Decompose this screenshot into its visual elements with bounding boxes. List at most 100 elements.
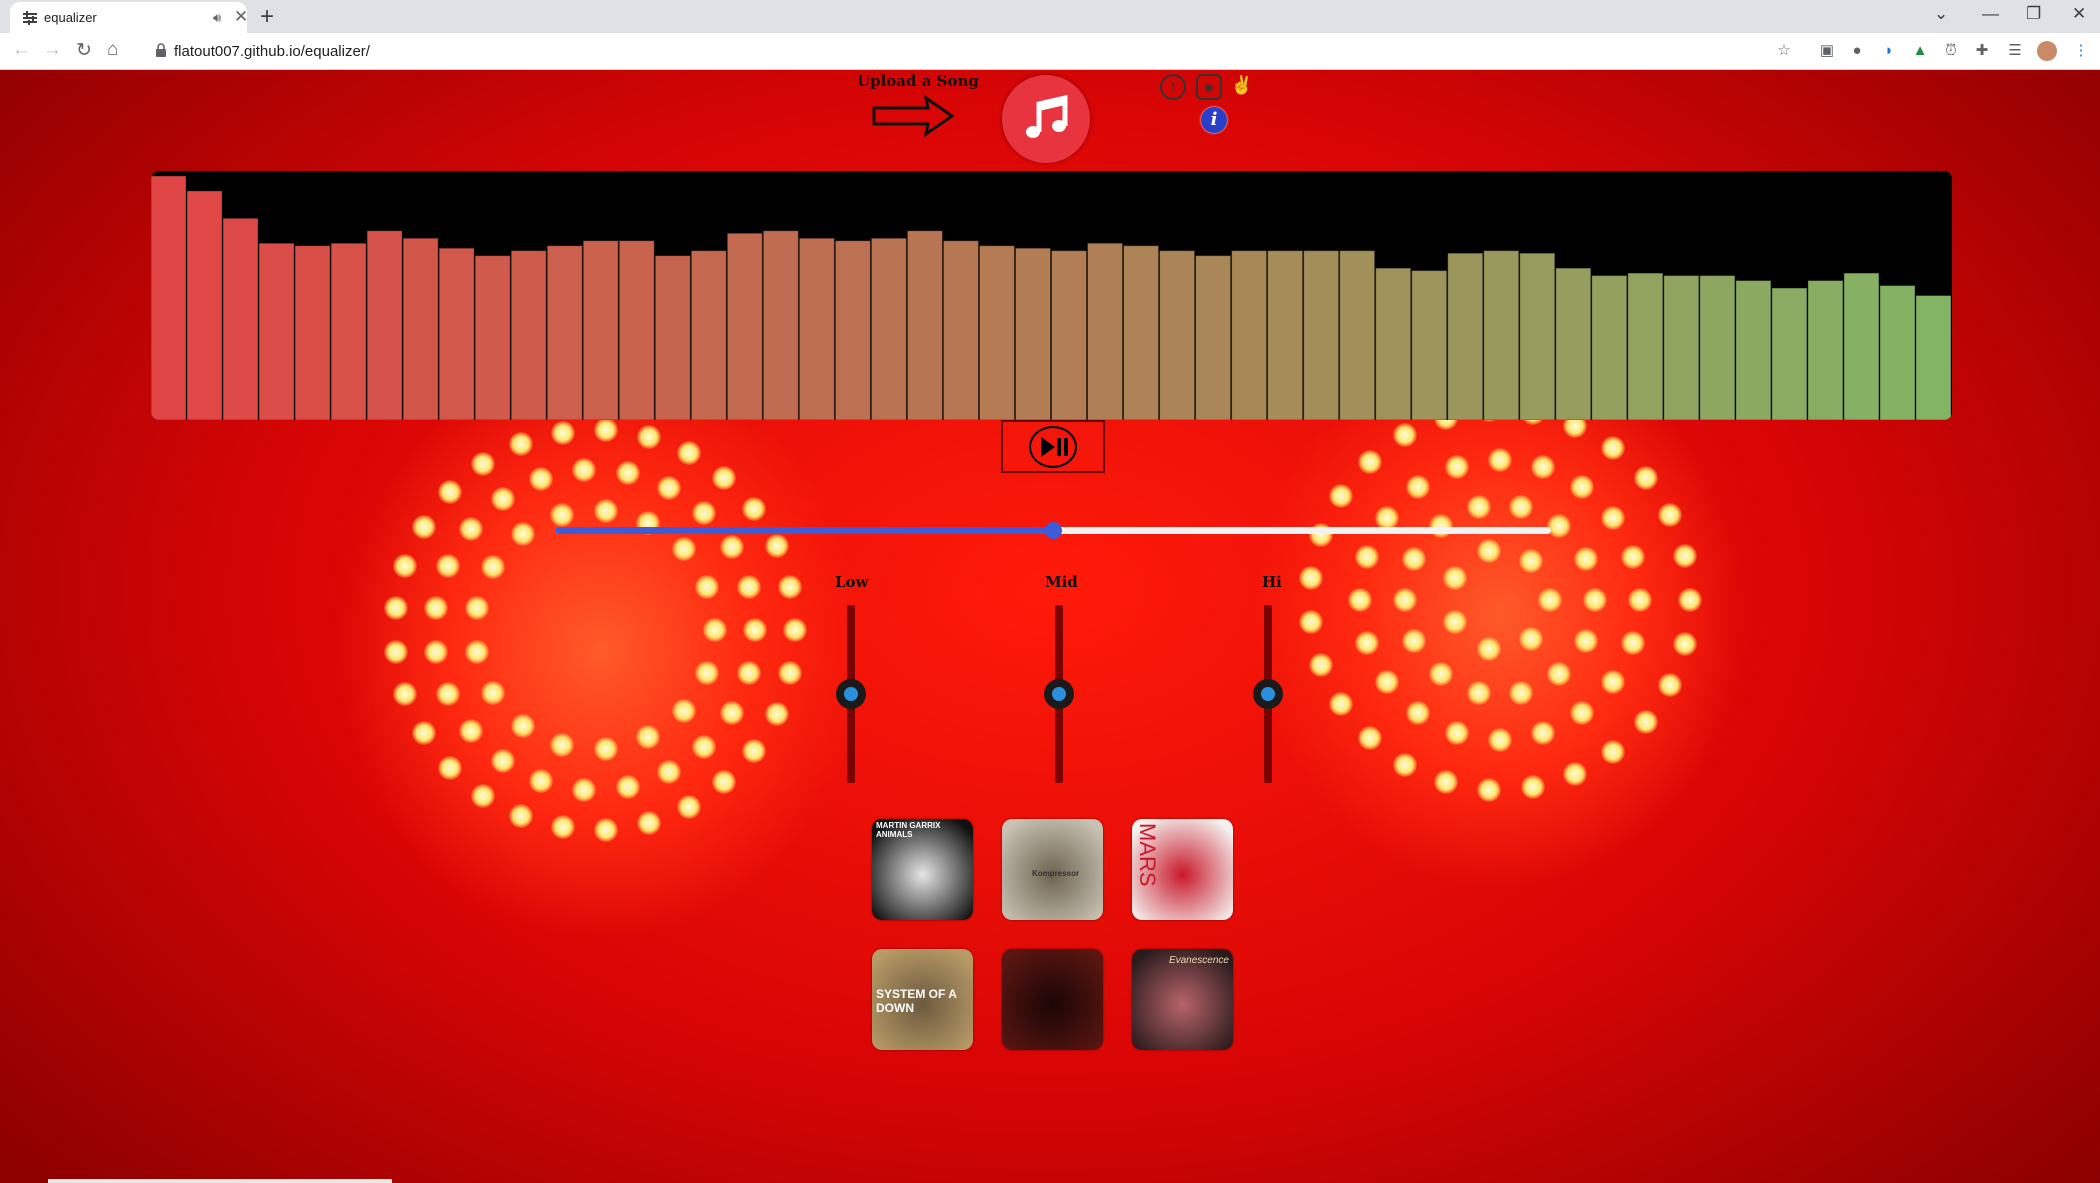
led-dot: [1476, 539, 1501, 564]
peace-icon[interactable]: ✌: [1229, 74, 1255, 100]
led-dot: [529, 768, 554, 793]
led-dot: [742, 496, 767, 521]
led-dot: [1520, 775, 1545, 800]
address-bar[interactable]: flatout007.github.io/equalizer/: [145, 37, 1805, 66]
led-dot: [508, 803, 533, 828]
led-dot: [594, 498, 619, 523]
led-dot: [1476, 777, 1501, 802]
speaker-icon[interactable]: 🔊︎: [213, 10, 221, 26]
led-dot: [1309, 652, 1334, 677]
play-pause-button[interactable]: [1001, 420, 1105, 473]
restore-icon[interactable]: ❐: [2026, 4, 2041, 24]
led-dot: [636, 725, 661, 750]
led-dot: [692, 501, 717, 526]
new-tab-button[interactable]: +: [260, 3, 274, 31]
led-dot: [1393, 752, 1417, 777]
led-dot: [737, 574, 762, 599]
led-dot: [1531, 721, 1556, 746]
tab-search-icon[interactable]: ⌄: [1934, 4, 1948, 24]
led-dot: [458, 718, 483, 743]
extension-green-icon[interactable]: ▲: [1910, 41, 1930, 61]
led-dot: [572, 458, 597, 483]
led-dot: [1393, 588, 1417, 612]
led-dot: [1488, 448, 1512, 472]
spectrum-bar: [1591, 275, 1628, 420]
album-cover[interactable]: MARS: [1132, 819, 1233, 920]
reading-list-icon[interactable]: ☰: [2005, 41, 2025, 61]
url-text: flatout007.github.io/equalizer/: [174, 43, 370, 60]
album-caption: MARTIN GARRIX ANIMALS: [876, 821, 941, 839]
close-window-icon[interactable]: ✕: [2072, 4, 2086, 24]
led-dot: [671, 698, 696, 723]
led-dot: [1621, 544, 1646, 569]
song-progress-thumb[interactable]: [1045, 522, 1062, 539]
album-cover[interactable]: [1002, 949, 1103, 1050]
tab-equalizer[interactable]: equalizer 🔊︎ ✕: [10, 2, 248, 33]
led-dot: [436, 681, 461, 706]
profile-avatar-icon[interactable]: [2037, 41, 2057, 61]
spectrum-bar: [258, 242, 295, 420]
arrow-right-icon: [872, 94, 954, 138]
spectrum-bar: [1123, 245, 1160, 420]
album-cover[interactable]: SYSTEM OF A DOWN: [872, 949, 973, 1050]
led-dot: [1672, 544, 1697, 569]
info-icon[interactable]: i: [1201, 107, 1227, 133]
github-icon[interactable]: ◉: [1196, 74, 1222, 100]
tab-title: equalizer: [44, 10, 97, 25]
eq-mid-slider[interactable]: [1044, 605, 1074, 783]
extension-translate-icon[interactable]: ▣: [1817, 41, 1837, 61]
tab-strip: equalizer 🔊︎ ✕ + ⌄ — ❐ ✕: [0, 0, 2100, 33]
song-progress-slider[interactable]: [555, 522, 1551, 539]
led-dot: [424, 596, 449, 621]
horizontal-scrollbar[interactable]: [48, 1179, 392, 1183]
extension-audio-icon[interactable]: ◗: [1879, 41, 1899, 61]
forward-icon[interactable]: →: [43, 39, 62, 61]
home-icon[interactable]: ⌂: [107, 39, 118, 61]
extension-mic-icon[interactable]: ●: [1847, 41, 1867, 61]
led-dot: [636, 810, 661, 835]
minimize-icon[interactable]: —: [1982, 4, 1999, 24]
upload-song-label: Upload a Song: [857, 72, 979, 90]
eq-hi-slider[interactable]: [1253, 605, 1283, 783]
album-caption: Kompressor: [1032, 869, 1080, 878]
spectrum-bar: [1159, 250, 1196, 420]
menu-kebab-icon[interactable]: ⋮: [2071, 41, 2091, 61]
led-dot: [480, 554, 505, 579]
album-cover[interactable]: Evanescence: [1132, 949, 1233, 1050]
spectrum-bar: [978, 245, 1015, 420]
led-dot: [411, 721, 436, 746]
eq-low-slider[interactable]: [836, 605, 866, 783]
led-dot: [1442, 609, 1467, 634]
led-dot: [1354, 631, 1379, 656]
led-dot: [1428, 513, 1453, 538]
upload-song-button[interactable]: [1002, 75, 1090, 163]
led-dot: [1601, 435, 1626, 460]
extension-alarm-icon[interactable]: ⏰︎: [1941, 41, 1961, 61]
eq-slider-thumb[interactable]: [1253, 679, 1283, 709]
led-dot: [676, 794, 701, 819]
led-dot: [1509, 680, 1534, 705]
led-dot: [671, 537, 696, 562]
led-dot: [1601, 505, 1626, 530]
close-tab-icon[interactable]: ✕: [234, 7, 248, 27]
spectrum-bar: [1519, 252, 1556, 420]
spectrum-bar: [1231, 250, 1268, 420]
led-dot: [1621, 631, 1646, 656]
spectrum-bar: [1375, 267, 1412, 420]
extensions-puzzle-icon[interactable]: ✚: [1972, 41, 1992, 61]
bookmark-star-icon[interactable]: ☆: [1774, 41, 1794, 61]
led-dot: [1547, 662, 1572, 687]
fb-icon[interactable]: f: [1160, 74, 1186, 100]
led-dot: [1299, 565, 1324, 590]
led-dot: [480, 681, 505, 706]
eq-slider-thumb[interactable]: [1044, 679, 1074, 709]
spectrum-bar: [834, 240, 871, 420]
led-dot: [1402, 629, 1427, 654]
back-icon[interactable]: ←: [12, 39, 31, 61]
album-cover[interactable]: Kompressor: [1002, 819, 1103, 920]
led-dot: [384, 639, 409, 664]
reload-icon[interactable]: ↻: [76, 39, 92, 62]
eq-slider-thumb[interactable]: [836, 679, 866, 709]
album-cover[interactable]: MARTIN GARRIX ANIMALS: [872, 819, 973, 920]
led-dot: [1547, 513, 1572, 538]
